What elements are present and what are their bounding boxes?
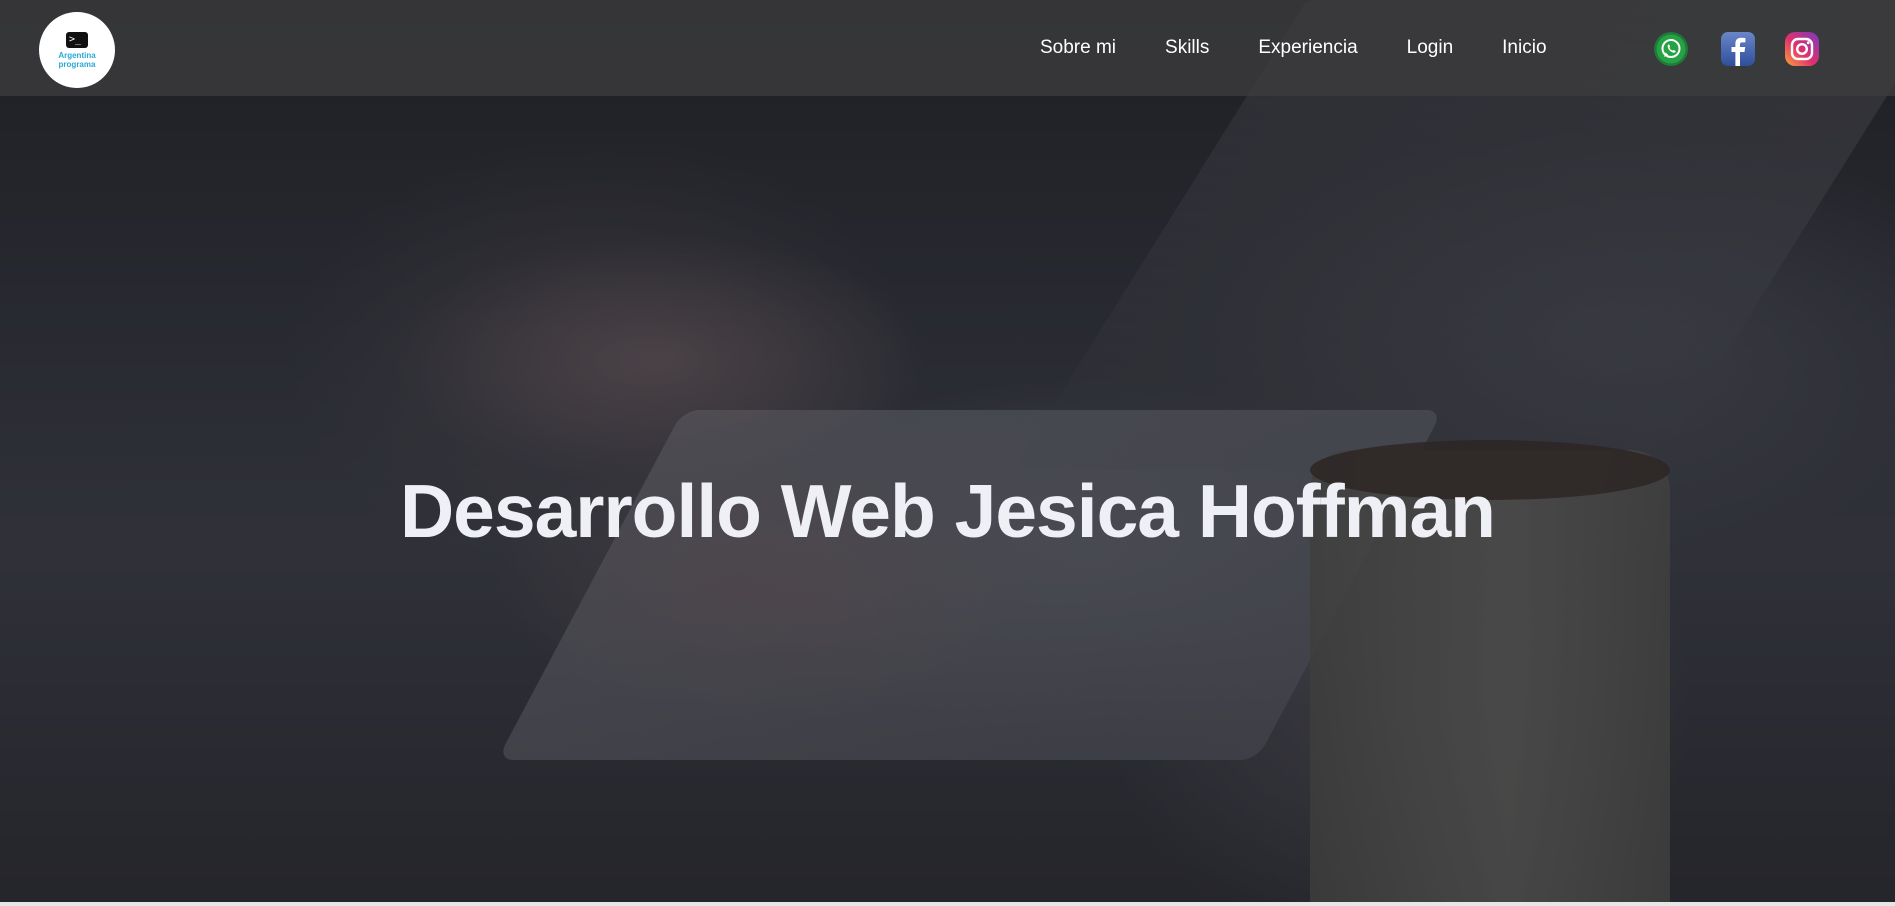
nav-link-sobre-mi[interactable]: Sobre mi: [1040, 37, 1116, 59]
facebook-link[interactable]: [1720, 31, 1756, 67]
terminal-icon: >_: [66, 31, 88, 48]
page: >_ Argentina programa Sobre mi Skills Ex…: [0, 0, 1895, 906]
nav-links: Sobre mi Skills Experiencia Login Inicio: [1040, 0, 1547, 96]
hero-title: Desarrollo Web Jesica Hoffman: [400, 469, 1496, 553]
hero-overlay: [0, 0, 1895, 906]
facebook-icon: [1721, 32, 1755, 66]
page-bottom-divider: [0, 902, 1895, 906]
instagram-link[interactable]: [1784, 31, 1820, 67]
whatsapp-icon: [1654, 32, 1688, 66]
nav-link-inicio[interactable]: Inicio: [1502, 37, 1546, 59]
logo-link[interactable]: >_ Argentina programa: [39, 12, 115, 88]
nav-link-experiencia[interactable]: Experiencia: [1258, 37, 1357, 59]
logo-text-line2: programa: [58, 59, 96, 69]
nav-link-skills[interactable]: Skills: [1165, 37, 1209, 59]
logo-text-line1: Argentina: [58, 50, 96, 60]
nav-link-login[interactable]: Login: [1407, 37, 1454, 59]
whatsapp-link[interactable]: [1653, 31, 1689, 67]
instagram-icon: [1785, 32, 1819, 66]
navbar: >_ Argentina programa Sobre mi Skills Ex…: [0, 0, 1895, 96]
